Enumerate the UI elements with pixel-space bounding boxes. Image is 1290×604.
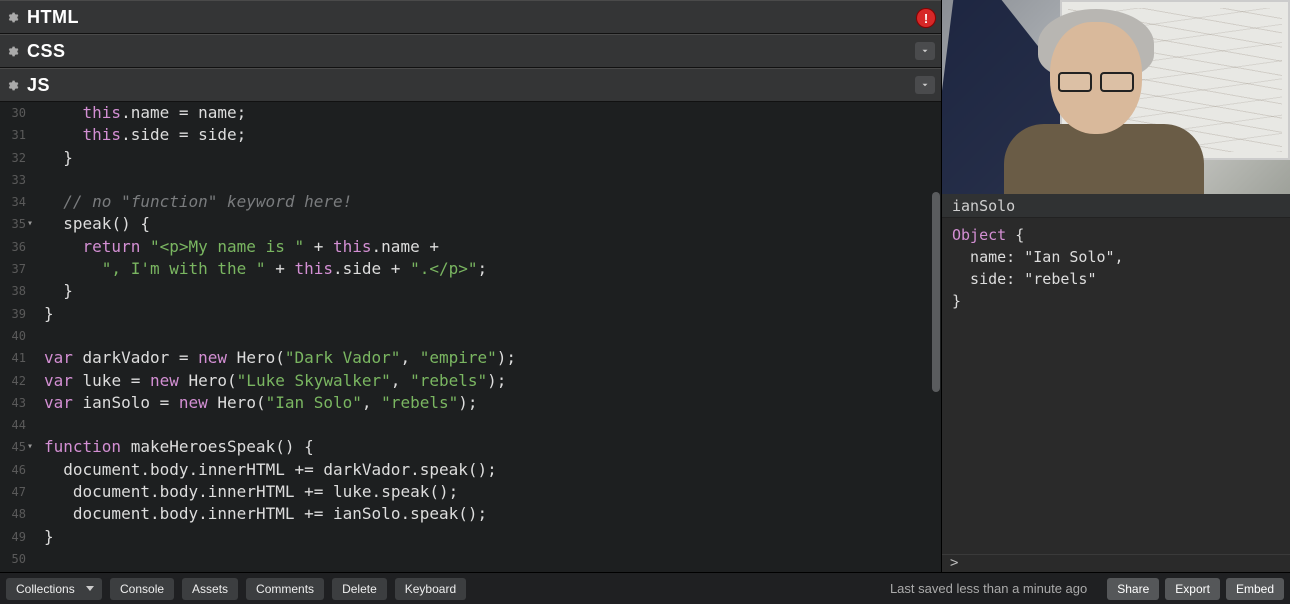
code-line[interactable]: } <box>44 526 931 548</box>
scrollbar-thumb[interactable] <box>932 192 940 392</box>
line-number: 32 <box>0 147 26 169</box>
console-header: ianSolo <box>942 194 1290 218</box>
line-number: 39 <box>0 303 26 325</box>
panel-title-html: HTML <box>27 7 79 28</box>
export-button[interactable]: Export <box>1165 578 1220 600</box>
line-number: 33 <box>0 169 26 191</box>
line-number: 40 <box>0 325 26 347</box>
chevron-down-icon[interactable] <box>915 42 935 60</box>
code-line[interactable]: return "<p>My name is " + this.name + <box>44 236 931 258</box>
gear-icon[interactable] <box>4 9 21 26</box>
line-number: 45 <box>0 436 26 458</box>
keyboard-button[interactable]: Keyboard <box>395 578 466 600</box>
main-area: HTML ! CSS JS <box>0 0 1290 572</box>
code-line[interactable]: document.body.innerHTML += ianSolo.speak… <box>44 503 931 525</box>
line-number: 46 <box>0 459 26 481</box>
console-prompt[interactable]: > <box>942 554 1290 572</box>
console-line: Object { <box>952 224 1280 246</box>
panel-title-js: JS <box>27 75 50 96</box>
line-number: 49 <box>0 526 26 548</box>
code-line[interactable] <box>44 169 931 191</box>
code-line[interactable]: } <box>44 303 931 325</box>
line-number: 42 <box>0 370 26 392</box>
error-badge-icon[interactable]: ! <box>917 9 935 27</box>
editor-column: HTML ! CSS JS <box>0 0 942 572</box>
line-gutter: 3031323334353637383940414243444546474849… <box>0 102 34 572</box>
embed-button[interactable]: Embed <box>1226 578 1284 600</box>
panel-title-css: CSS <box>27 41 66 62</box>
console-line: } <box>952 290 1280 312</box>
panel-header-css[interactable]: CSS <box>0 34 941 68</box>
line-number: 48 <box>0 503 26 525</box>
save-status: Last saved less than a minute ago <box>890 581 1087 596</box>
console-button[interactable]: Console <box>110 578 174 600</box>
line-number: 41 <box>0 347 26 369</box>
footer-right-buttons: Share Export Embed <box>1101 578 1284 600</box>
code-line[interactable]: function makeHeroesSpeak() { <box>44 436 931 458</box>
line-number: 38 <box>0 280 26 302</box>
code-line[interactable]: this.side = side; <box>44 124 931 146</box>
comments-button[interactable]: Comments <box>246 578 324 600</box>
panel-header-js[interactable]: JS <box>0 68 941 102</box>
delete-button[interactable]: Delete <box>332 578 387 600</box>
console-output[interactable]: Object { name: "Ian Solo", side: "rebels… <box>942 218 1290 554</box>
footer-left-buttons: Console Assets Comments Delete Keyboard <box>110 578 466 600</box>
js-editor[interactable]: 3031323334353637383940414243444546474849… <box>0 102 941 572</box>
output-column: ianSolo Object { name: "Ian Solo", side:… <box>942 0 1290 572</box>
line-number: 44 <box>0 414 26 436</box>
gear-icon[interactable] <box>4 77 21 94</box>
chevron-down-icon[interactable] <box>915 76 935 94</box>
console-line: name: "Ian Solo", <box>952 246 1280 268</box>
collections-select[interactable]: Collections <box>6 578 102 600</box>
code-line[interactable]: speak() { <box>44 213 931 235</box>
code-line[interactable]: document.body.innerHTML += darkVador.spe… <box>44 459 931 481</box>
line-number: 30 <box>0 102 26 124</box>
share-button[interactable]: Share <box>1107 578 1159 600</box>
assets-button[interactable]: Assets <box>182 578 238 600</box>
gear-icon[interactable] <box>4 43 21 60</box>
code-line[interactable]: } <box>44 280 931 302</box>
line-number: 37 <box>0 258 26 280</box>
code-line[interactable] <box>44 325 931 347</box>
editor-scrollbar[interactable] <box>931 102 941 572</box>
line-number: 34 <box>0 191 26 213</box>
console-line: side: "rebels" <box>952 268 1280 290</box>
code-line[interactable]: var darkVador = new Hero("Dark Vador", "… <box>44 347 931 369</box>
code-line[interactable] <box>44 414 931 436</box>
code-line[interactable]: var ianSolo = new Hero("Ian Solo", "rebe… <box>44 392 931 414</box>
footer-bar: Collections Console Assets Comments Delete K… <box>0 572 1290 604</box>
code-line[interactable]: var luke = new Hero("Luke Skywalker", "r… <box>44 370 931 392</box>
line-number: 47 <box>0 481 26 503</box>
line-number: 43 <box>0 392 26 414</box>
code-line[interactable]: } <box>44 147 931 169</box>
line-number: 50 <box>0 548 26 570</box>
line-number: 35 <box>0 213 26 235</box>
line-number: 36 <box>0 236 26 258</box>
code-line[interactable]: // no "function" keyword here! <box>44 191 931 213</box>
code-line[interactable]: this.name = name; <box>44 102 931 124</box>
code-line[interactable] <box>44 548 931 570</box>
code-line[interactable]: document.body.innerHTML += luke.speak(); <box>44 481 931 503</box>
code-line[interactable]: ", I'm with the " + this.side + ".</p>"; <box>44 258 931 280</box>
line-number: 31 <box>0 124 26 146</box>
app-root: HTML ! CSS JS <box>0 0 1290 604</box>
panel-header-html[interactable]: HTML ! <box>0 0 941 34</box>
webcam-preview <box>942 0 1290 194</box>
code-area[interactable]: this.name = name; this.side = side; } //… <box>34 102 931 572</box>
